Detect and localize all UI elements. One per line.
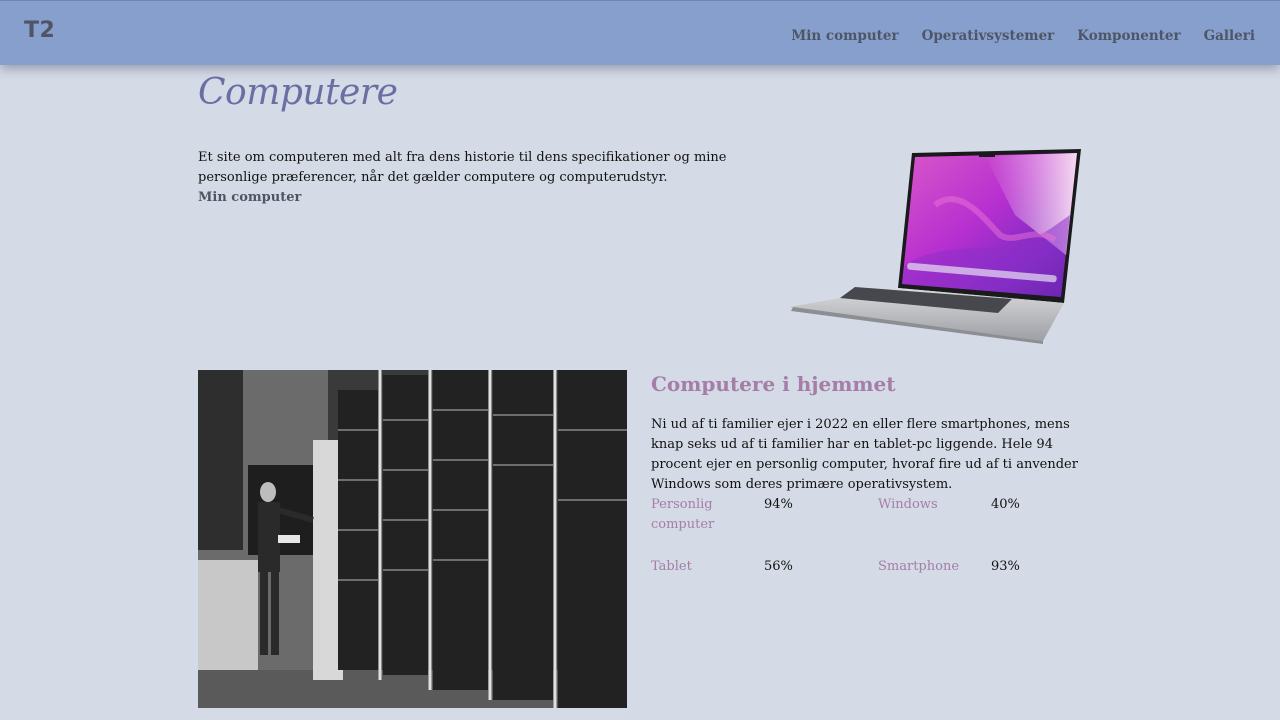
stat-label-smartphone: Smartphone — [878, 559, 960, 574]
stat-label-personlig-computer: Personlig computer — [651, 497, 715, 532]
vintage-computer-photo — [198, 370, 627, 708]
nav-link-galleri[interactable]: Galleri — [1204, 28, 1255, 44]
nav-link-min-computer[interactable]: Min computer — [791, 28, 898, 44]
section-text: Ni ud af ti familier ejer i 2022 en elle… — [651, 417, 1078, 492]
site-header: T2 Min computer Operativsystemer Kompone… — [0, 0, 1280, 65]
nav-link-komponenter[interactable]: Komponenter — [1077, 28, 1180, 44]
stat-label-tablet: Tablet — [651, 559, 692, 574]
stat-value-tablet: 56% — [764, 559, 793, 574]
stat-value-personlig-computer: 94% — [764, 497, 793, 512]
nav-link-operativsystemer[interactable]: Operativsystemer — [922, 28, 1055, 44]
page-title: Computere — [198, 72, 398, 113]
min-computer-link[interactable]: Min computer — [198, 188, 301, 208]
main-nav: Min computer Operativsystemer Komponente… — [791, 28, 1255, 44]
section-title: Computere i hjemmet — [651, 372, 896, 396]
laptop-image — [789, 149, 1081, 344]
logo-link[interactable]: T2 — [24, 18, 55, 43]
intro-text: Et site om computeren med alt fra dens h… — [198, 150, 727, 185]
stat-value-windows: 40% — [991, 497, 1020, 512]
stat-value-smartphone: 93% — [991, 559, 1020, 574]
stat-label-windows: Windows — [878, 497, 938, 512]
